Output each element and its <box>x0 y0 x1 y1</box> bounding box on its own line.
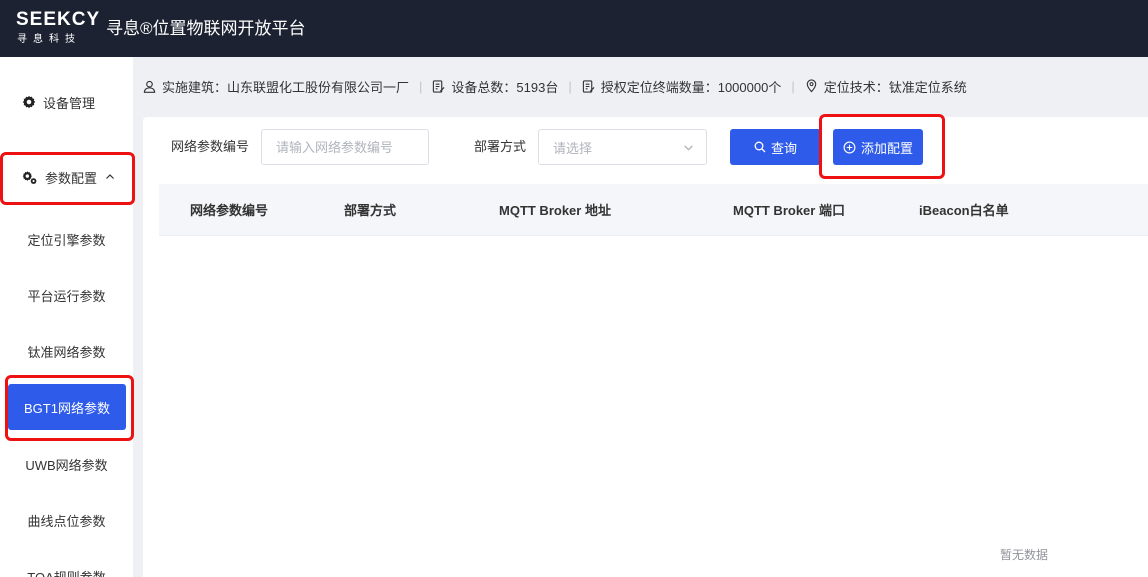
sidebar-item-label: 设备管理 <box>43 95 96 111</box>
sidebar-item-label: 平台运行参数 <box>27 288 106 304</box>
column-header: MQTT Broker 端口 <box>733 203 845 218</box>
info-license-text: 授权定位终端数量：1000000个 <box>600 79 782 95</box>
info-building-text: 实施建筑：山东联盟化工股份有限公司一厂 <box>162 79 410 95</box>
chevron-up-icon <box>106 174 114 179</box>
sidebar-item-taizhun-network-params[interactable]: 钛准网络参数 <box>0 336 133 366</box>
column-header: MQTT Broker 地址 <box>499 203 611 218</box>
location-pin-icon <box>806 79 816 93</box>
sidebar-item-label: BGT1网络参数 <box>24 400 110 416</box>
sidebar-item-device-management[interactable]: 设备管理 <box>0 84 133 120</box>
sidebar-item-platform-run-params[interactable]: 平台运行参数 <box>0 280 133 310</box>
info-license: 授权定位终端数量：1000000个 <box>582 77 782 96</box>
empty-state-text: 暂无数据 <box>1000 548 1049 562</box>
add-config-button[interactable]: 添加配置 <box>833 129 923 165</box>
search-icon <box>754 141 766 153</box>
app-title: 寻息®位置物联网开放平台 <box>106 19 306 38</box>
info-tech-text: 定位技术：钛准定位系统 <box>823 79 967 95</box>
sidebar: 设备管理 参数配置 定位引擎参数 平台运行参数 钛准网络参数 BGT1网络参数 … <box>0 57 133 577</box>
query-button-label: 查询 <box>770 140 797 156</box>
project-info-bar: 实施建筑：山东联盟化工股份有限公司一厂 | 设备总数：5193台 | 授权定位终… <box>143 73 967 99</box>
deploy-select[interactable]: 请选择 <box>538 129 707 165</box>
sidebar-item-location-engine-params[interactable]: 定位引擎参数 <box>0 224 133 254</box>
query-button[interactable]: 查询 <box>730 129 821 165</box>
param-no-input[interactable] <box>261 129 429 165</box>
info-separator: | <box>791 78 795 94</box>
sidebar-item-label: TOA规则参数 <box>27 569 106 577</box>
info-device-total: 设备总数：5193台 <box>432 77 558 96</box>
info-building: 实施建筑：山东联盟化工股份有限公司一厂 <box>143 77 409 96</box>
column-header: iBeacon白名单 <box>919 203 1009 218</box>
sidebar-item-uwb-network-params[interactable]: UWB网络参数 <box>0 449 133 479</box>
top-header: SEEKCY 寻息科技 寻息®位置物联网开放平台 <box>0 0 1148 57</box>
company-logo[interactable]: SEEKCY 寻息科技 <box>16 9 101 50</box>
sidebar-item-parameter-config[interactable]: 参数配置 <box>0 159 133 195</box>
column-header: 部署方式 <box>344 203 397 218</box>
document-edit-icon <box>582 79 595 93</box>
sidebar-item-label: 定位引擎参数 <box>27 232 106 248</box>
info-separator: | <box>419 78 423 94</box>
sidebar-item-toa-rule-params[interactable]: TOA规则参数 <box>0 561 133 577</box>
column-header: 网络参数编号 <box>190 203 269 218</box>
gear-icon <box>22 95 36 109</box>
sidebar-item-label: 参数配置 <box>45 170 98 186</box>
sidebar-item-curve-point-params[interactable]: 曲线点位参数 <box>0 505 133 535</box>
sidebar-item-label: 钛准网络参数 <box>27 344 106 360</box>
param-no-label: 网络参数编号 <box>171 139 250 154</box>
deploy-label: 部署方式 <box>474 139 527 154</box>
sidebar-item-label: UWB网络参数 <box>25 457 108 473</box>
sidebar-item-label: 曲线点位参数 <box>27 513 106 529</box>
sidebar-item-bgt1-network-params[interactable]: BGT1网络参数 <box>8 384 126 430</box>
plus-circle-icon <box>843 141 856 153</box>
add-config-button-label: 添加配置 <box>860 140 913 156</box>
info-tech: 定位技术：钛准定位系统 <box>805 77 967 96</box>
main-panel: 网络参数编号 部署方式 请选择 查询 添加配置 网络参数编号 部署方式 MQTT… <box>143 117 1148 577</box>
logo-main-text: SEEKCY <box>16 9 101 30</box>
gears-icon <box>22 170 37 184</box>
deploy-select-placeholder: 请选择 <box>553 140 593 156</box>
logo-sub-text: 寻息科技 <box>17 34 81 45</box>
info-separator: | <box>568 78 572 94</box>
document-edit-icon <box>433 79 445 93</box>
user-icon <box>143 80 156 93</box>
info-device-total-text: 设备总数：5193台 <box>451 79 559 95</box>
chevron-down-icon <box>684 144 693 151</box>
table-header: 网络参数编号 部署方式 MQTT Broker 地址 MQTT Broker 端… <box>159 184 1148 236</box>
